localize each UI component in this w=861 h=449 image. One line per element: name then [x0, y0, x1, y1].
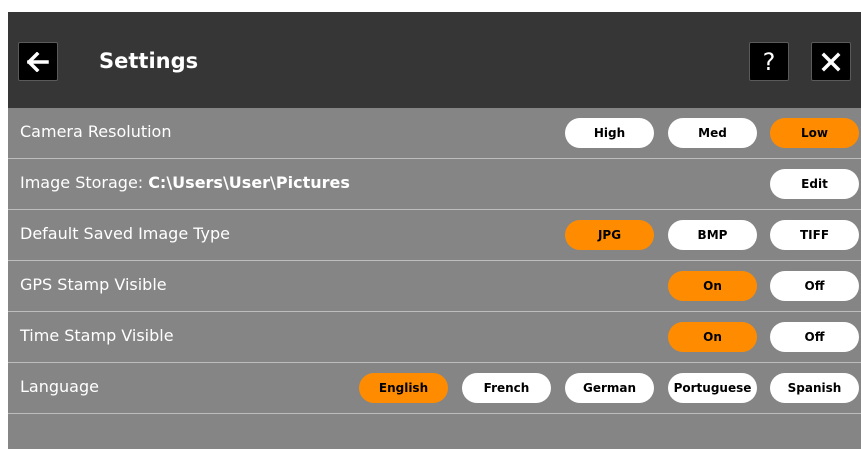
language-row: Language English French German Portugues…	[8, 363, 861, 414]
time-stamp-label: Time Stamp Visible	[20, 326, 174, 345]
image-storage-row: Image Storage: C:\Users\User\Pictures Edi…	[8, 159, 861, 210]
image-storage-label: Image Storage: C:\Users\User\Pictures	[20, 172, 350, 194]
image-type-label: Default Saved Image Type	[20, 224, 231, 243]
language-label: Language	[20, 377, 99, 396]
gps-stamp-label: GPS Stamp Visible	[20, 275, 167, 294]
camera-resolution-label: Camera Resolution	[20, 122, 172, 141]
resolution-low-button[interactable]: Low	[770, 118, 859, 148]
settings-window: Settings ? Camera Resolution High Med Lo…	[8, 12, 861, 449]
resolution-high-button[interactable]: High	[565, 118, 654, 148]
arrow-left-icon	[27, 51, 49, 72]
help-button[interactable]: ?	[749, 42, 789, 81]
camera-resolution-row: Camera Resolution High Med Low	[8, 108, 861, 159]
time-stamp-off-button[interactable]: Off	[770, 322, 859, 352]
back-button[interactable]	[18, 42, 58, 81]
image-storage-caption: Image Storage:	[20, 173, 144, 192]
language-english-button[interactable]: English	[359, 373, 448, 403]
language-spanish-button[interactable]: Spanish	[770, 373, 859, 403]
image-type-tiff-button[interactable]: TIFF	[770, 220, 859, 250]
help-icon: ?	[762, 47, 776, 76]
language-french-button[interactable]: French	[462, 373, 551, 403]
resolution-med-button[interactable]: Med	[668, 118, 757, 148]
gps-stamp-off-button[interactable]: Off	[770, 271, 859, 301]
image-storage-path: C:\Users\User\Pictures	[148, 173, 350, 192]
title-bar: Settings ?	[8, 12, 861, 108]
language-german-button[interactable]: German	[565, 373, 654, 403]
page-title: Settings	[99, 49, 199, 73]
edit-storage-button[interactable]: Edit	[770, 169, 859, 199]
image-type-row: Default Saved Image Type JPG BMP TIFF	[8, 210, 861, 261]
gps-stamp-row: GPS Stamp Visible On Off	[8, 261, 861, 312]
gps-stamp-on-button[interactable]: On	[668, 271, 757, 301]
empty-row	[8, 435, 861, 449]
image-type-jpg-button[interactable]: JPG	[565, 220, 654, 250]
language-portuguese-button[interactable]: Portuguese	[668, 373, 757, 403]
image-type-bmp-button[interactable]: BMP	[668, 220, 757, 250]
time-stamp-row: Time Stamp Visible On Off	[8, 312, 861, 363]
close-icon	[821, 52, 841, 71]
time-stamp-on-button[interactable]: On	[668, 322, 757, 352]
close-button[interactable]	[811, 42, 851, 81]
